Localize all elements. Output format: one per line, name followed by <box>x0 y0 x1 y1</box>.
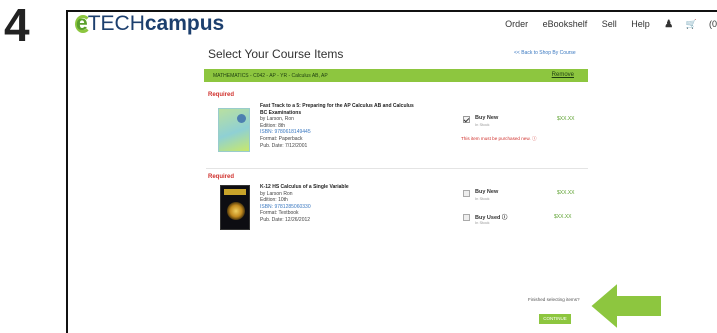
top-nav-bar: eTECHcampus Order eBookshelf Sell Help ♟… <box>68 12 717 38</box>
remove-course-link[interactable]: Remove <box>552 72 574 78</box>
pointer-arrow-icon <box>588 280 663 332</box>
finished-selecting-text: Finished selecting items? <box>528 297 580 302</box>
buy-new-checkbox[interactable] <box>463 190 470 197</box>
buy-used-checkbox[interactable] <box>463 214 470 221</box>
back-to-shop-link[interactable]: << Back to Shop By Course <box>514 50 576 56</box>
course-header-bar: MATHEMATICS - C042 - AP - YR - Calculus … <box>204 69 588 82</box>
purchase-new-note: This item must be purchased new. ⓘ <box>461 136 537 142</box>
book-title[interactable]: Fast Track to a 5: Preparing for the AP … <box>260 103 450 110</box>
page-title: Select Your Course Items <box>208 47 344 61</box>
cover-stamp-icon <box>237 114 246 123</box>
nav-order[interactable]: Order <box>505 19 528 29</box>
nav-help[interactable]: Help <box>631 19 650 29</box>
item-divider <box>206 168 588 169</box>
buy-new-label: Buy New <box>475 189 499 195</box>
price: $XX.XX <box>557 116 575 122</box>
logo-prefix: e <box>76 12 88 35</box>
buy-new-label: Buy New <box>475 115 499 121</box>
main-nav: Order eBookshelf Sell Help ♟ 🛒 (0 <box>493 19 717 30</box>
price: $XX.XX <box>557 190 575 196</box>
required-label: Required <box>208 92 235 98</box>
book-pub-date: Pub. Date: 7/12/2001 <box>260 142 308 149</box>
logo-tech: TECH <box>87 12 145 35</box>
purchase-new-note-text: This item must be purchased new. <box>461 136 531 141</box>
etechcampus-logo[interactable]: eTECHcampus <box>76 13 224 35</box>
nav-sell[interactable]: Sell <box>602 19 617 29</box>
book-format: Format: Textbook <box>260 210 299 217</box>
required-label: Required <box>208 174 235 180</box>
stock-status: In Stock <box>475 220 490 225</box>
book-edition: Edition: 10th <box>260 197 288 204</box>
book-edition: Edition: 8th <box>260 122 286 129</box>
book-author: by Larson Ron <box>260 190 293 197</box>
stock-status: In Stock <box>475 196 490 201</box>
book-details: K-12 HS Calculus of a Single Variable by… <box>260 184 450 224</box>
cart-count: (0 <box>708 19 717 29</box>
book-cover-image <box>220 185 250 230</box>
book-format: Format: Paperback <box>260 135 303 142</box>
step-number: 4 <box>4 0 30 51</box>
book-title[interactable]: K-12 HS Calculus of a Single Variable <box>260 184 450 191</box>
nav-ebookshelf[interactable]: eBookshelf <box>543 19 588 29</box>
price: $XX.XX <box>554 214 572 220</box>
book-isbn: ISBN: 9780618149445 <box>260 129 311 136</box>
book-isbn: ISBN: 9781285060330 <box>260 203 311 210</box>
logo-campus: campus <box>144 12 225 35</box>
info-icon[interactable]: ⓘ <box>502 215 508 221</box>
cover-disc-graphic <box>227 202 245 220</box>
continue-button[interactable]: CONTINUE <box>539 314 571 324</box>
book-author: by Larson, Ron <box>260 116 294 123</box>
course-name: MATHEMATICS - C042 - AP - YR - Calculus … <box>213 73 328 79</box>
buy-new-checkbox[interactable] <box>463 116 470 123</box>
book-details: Fast Track to a 5: Preparing for the AP … <box>260 103 450 149</box>
info-icon[interactable]: ⓘ <box>532 136 537 141</box>
cover-title-band <box>224 189 246 195</box>
stock-status: In Stock <box>475 122 490 127</box>
cart-icon[interactable]: 🛒 (0 <box>686 19 717 29</box>
book-pub-date: Pub. Date: 12/26/2012 <box>260 216 311 223</box>
browser-window: eTECHcampus Order eBookshelf Sell Help ♟… <box>66 10 717 333</box>
book-title-cont[interactable]: BC Examinations <box>260 110 450 117</box>
book-cover-image <box>218 108 250 152</box>
user-icon[interactable]: ♟ <box>664 19 673 30</box>
